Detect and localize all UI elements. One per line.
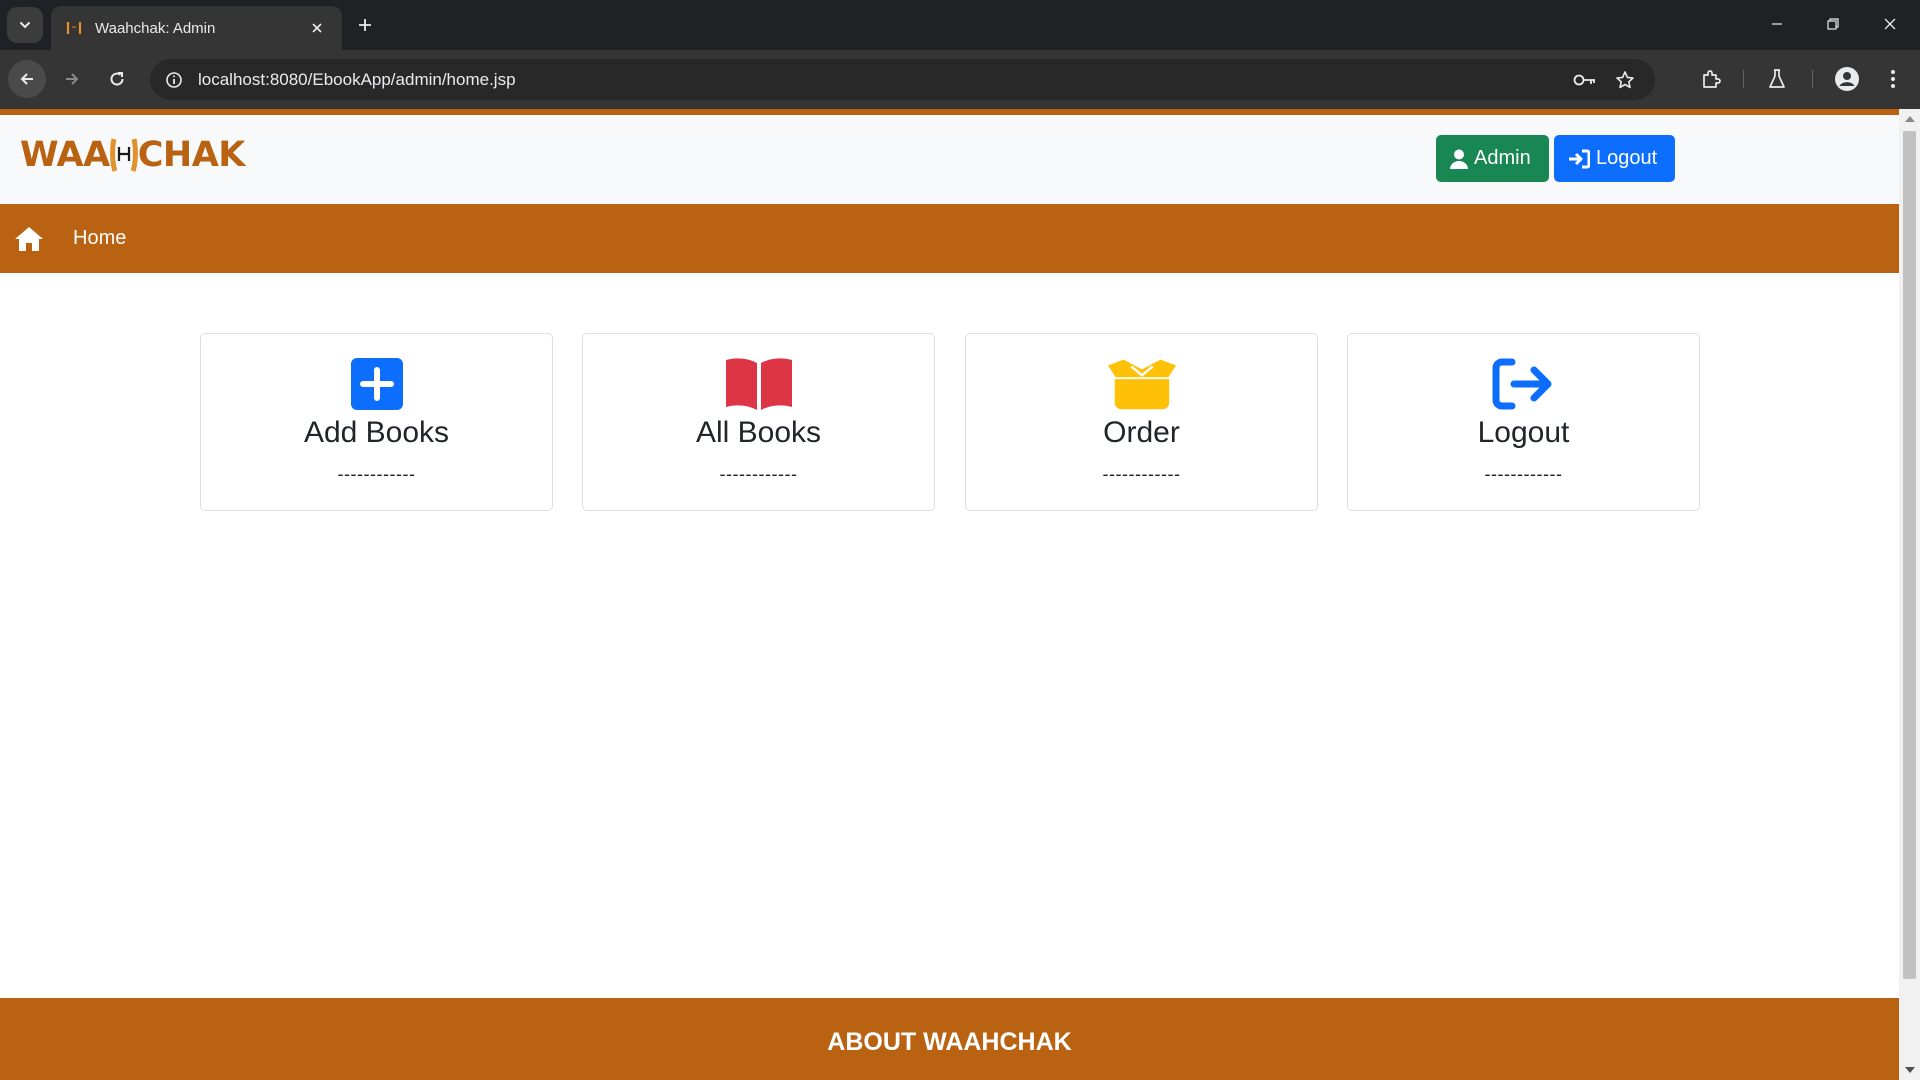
forward-button[interactable] xyxy=(53,60,91,98)
arrow-left-icon xyxy=(20,73,33,85)
user-icon xyxy=(1450,149,1468,169)
reload-button[interactable] xyxy=(98,60,136,98)
extensions-icon[interactable] xyxy=(1694,62,1728,96)
browser-toolbar: localhost:8080/EbookApp/admin/home.jsp xyxy=(0,50,1920,109)
admin-button[interactable]: Admin xyxy=(1436,135,1549,182)
card-title: All Books xyxy=(695,416,822,449)
main-navbar: Home xyxy=(0,204,1899,273)
restore-button[interactable] xyxy=(1810,8,1856,40)
logo-lantern-icon xyxy=(109,133,138,177)
site-header: WAA CHAK Admin Logout xyxy=(0,115,1899,204)
site-favicon-icon xyxy=(65,19,83,37)
reload-icon xyxy=(110,72,124,86)
card-dashes: ------------ xyxy=(1102,464,1181,484)
card-title: Order xyxy=(1103,416,1180,449)
box-open-icon xyxy=(1106,357,1178,411)
scroll-down-arrow-icon[interactable] xyxy=(1904,1065,1915,1076)
close-icon xyxy=(1884,18,1896,30)
home-icon[interactable] xyxy=(13,223,45,255)
new-tab-button[interactable] xyxy=(352,12,378,38)
scroll-up-arrow-icon[interactable] xyxy=(1904,113,1915,124)
logo-text-right: CHAK xyxy=(137,135,246,175)
book-open-icon xyxy=(723,357,795,411)
plus-square-icon xyxy=(341,357,413,411)
browser-tab-bar: Waahchak: Admin xyxy=(0,0,1920,50)
site-info-icon[interactable] xyxy=(154,59,194,100)
browser-menu-icon[interactable] xyxy=(1876,62,1910,96)
close-window-button[interactable] xyxy=(1867,8,1913,40)
admin-dashboard: Add Books ------------ All Books -------… xyxy=(0,273,1899,993)
admin-button-label: Admin xyxy=(1474,147,1531,169)
page-scrollbar[interactable] xyxy=(1899,109,1920,1080)
add-books-card[interactable]: Add Books ------------ xyxy=(200,333,553,511)
logout-card[interactable]: Logout ------------ xyxy=(1347,333,1700,511)
labs-flask-icon[interactable] xyxy=(1760,62,1794,96)
logout-icon xyxy=(1488,357,1560,411)
back-button[interactable] xyxy=(8,60,46,98)
page-viewport: WAA CHAK Admin Logout Home Add Books ---… xyxy=(0,109,1899,1080)
card-dashes: ------------ xyxy=(1484,464,1563,484)
url-text[interactable]: localhost:8080/EbookApp/admin/home.jsp xyxy=(198,70,1565,90)
bookmark-star-icon[interactable] xyxy=(1605,59,1645,100)
card-dashes: ------------ xyxy=(337,464,416,484)
arrow-right-icon xyxy=(66,73,79,85)
browser-tab[interactable]: Waahchak: Admin xyxy=(51,6,342,50)
tab-title: Waahchak: Admin xyxy=(95,19,216,37)
order-card[interactable]: Order ------------ xyxy=(965,333,1318,511)
chevron-down-icon xyxy=(20,22,30,29)
sign-in-arrow-icon xyxy=(1569,149,1590,168)
toolbar-divider xyxy=(1812,70,1813,88)
password-key-icon[interactable] xyxy=(1565,59,1605,100)
card-dashes: ------------ xyxy=(719,464,798,484)
card-title: Add Books xyxy=(303,416,450,449)
logo-text-left: WAA xyxy=(20,135,110,175)
footer-title: ABOUT WAAHCHAK xyxy=(827,1028,1072,1056)
minimize-icon xyxy=(1772,23,1782,25)
tab-close-icon[interactable] xyxy=(306,17,328,39)
minimize-button[interactable] xyxy=(1754,8,1800,40)
toolbar-divider xyxy=(1743,70,1744,88)
tab-search-button[interactable] xyxy=(7,7,43,43)
all-books-card[interactable]: All Books ------------ xyxy=(582,333,935,511)
address-bar[interactable]: localhost:8080/EbookApp/admin/home.jsp xyxy=(150,59,1655,100)
site-footer: ABOUT WAAHCHAK xyxy=(0,998,1899,1080)
card-title: Logout xyxy=(1477,416,1570,449)
nav-home-link[interactable]: Home xyxy=(73,227,126,250)
site-logo[interactable]: WAA CHAK xyxy=(20,133,245,177)
header-logout-label: Logout xyxy=(1596,147,1658,169)
restore-icon xyxy=(1827,18,1839,30)
profile-avatar-icon[interactable] xyxy=(1830,62,1864,96)
scrollbar-thumb[interactable] xyxy=(1903,131,1916,979)
plus-icon xyxy=(359,19,371,31)
header-logout-button[interactable]: Logout xyxy=(1554,135,1675,182)
